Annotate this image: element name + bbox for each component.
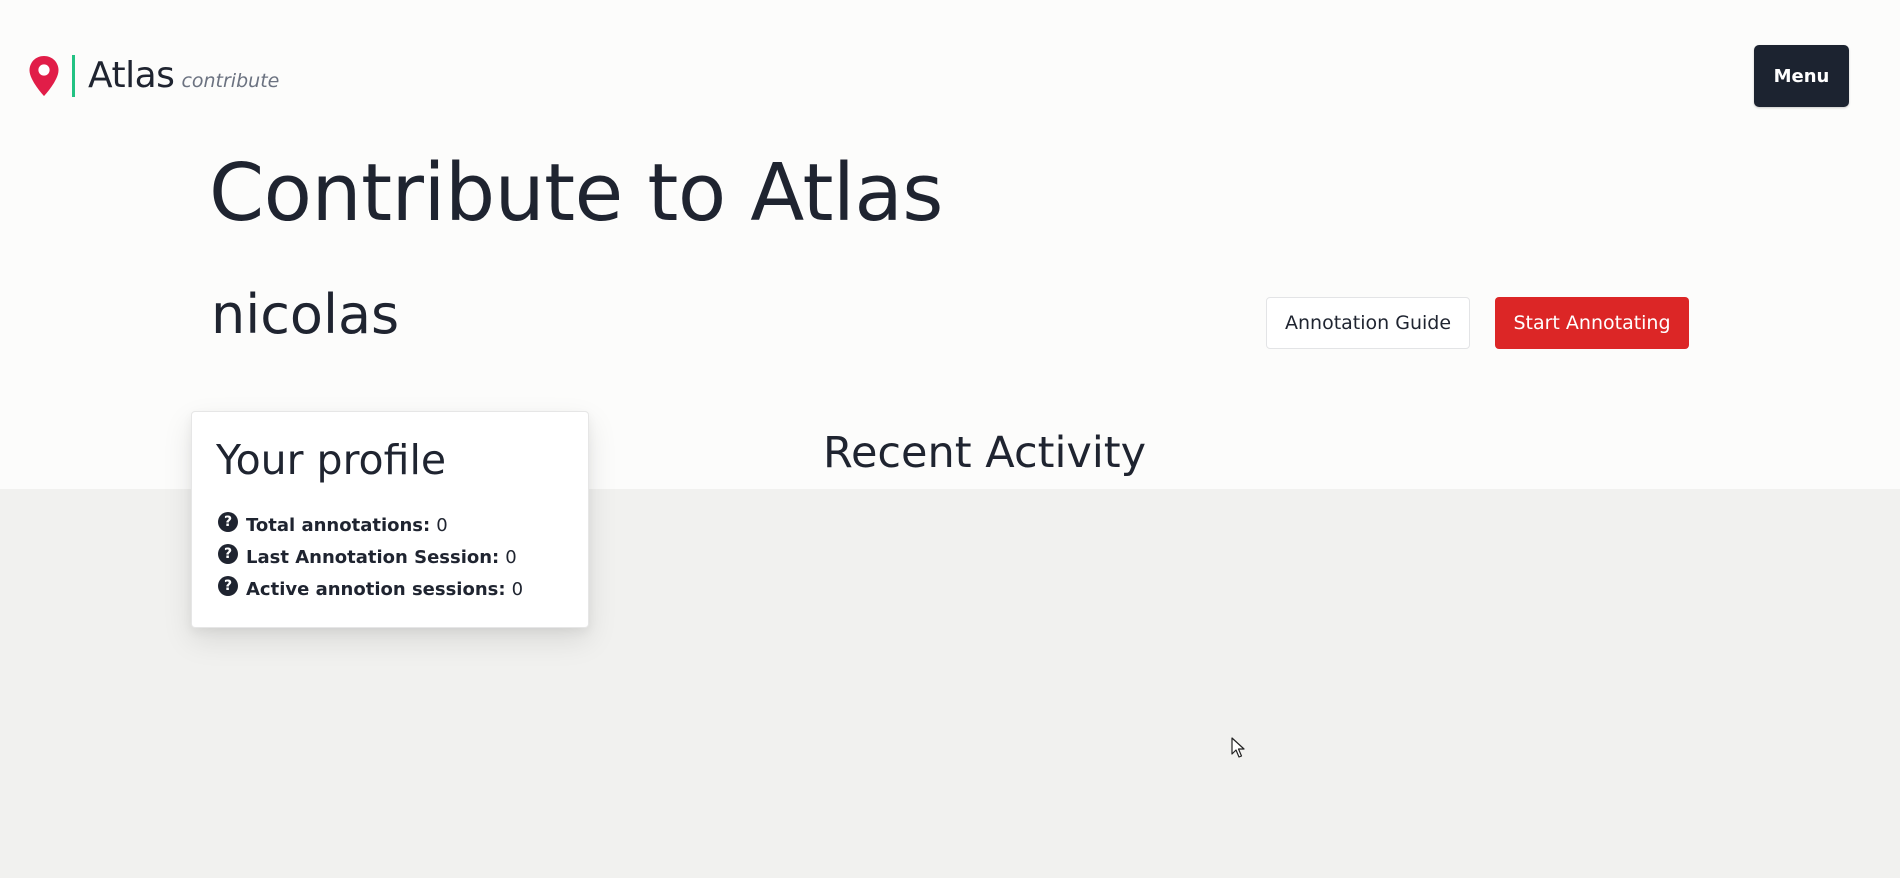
start-annotating-button[interactable]: Start Annotating xyxy=(1495,297,1689,349)
brand-divider xyxy=(72,55,75,97)
stat-label: Total annotations: xyxy=(246,514,431,536)
stat-label: Active annotion sessions: xyxy=(246,578,506,600)
profile-title: Your profile xyxy=(216,436,447,484)
annotation-guide-button[interactable]: Annotation Guide xyxy=(1266,297,1470,349)
question-circle-icon[interactable]: ? xyxy=(218,576,238,596)
page-title: Contribute to Atlas xyxy=(209,147,943,239)
stat-total-annotations: ? Total annotations: 0 xyxy=(218,512,448,537)
stat-active-sessions: ? Active annotion sessions: 0 xyxy=(218,576,524,601)
menu-button[interactable]: Menu xyxy=(1754,45,1849,107)
recent-activity-title: Recent Activity xyxy=(823,428,1147,478)
stat-value: 0 xyxy=(511,578,524,600)
map-pin-icon xyxy=(29,56,59,96)
question-circle-icon[interactable]: ? xyxy=(218,544,238,564)
username-heading: nicolas xyxy=(211,283,400,346)
stat-value: 0 xyxy=(436,514,448,536)
mouse-pointer-icon xyxy=(1231,737,1245,758)
stat-value: 0 xyxy=(505,546,517,568)
stat-label: Last Annotation Session: xyxy=(246,546,500,568)
brand-subtitle: contribute xyxy=(181,70,280,92)
brand-name: Atlas xyxy=(88,55,175,96)
brand-logo-link[interactable]: Atlas contribute xyxy=(28,52,279,100)
profile-card: Your profile ? Total annotations: 0 ? La… xyxy=(191,411,589,628)
stat-last-session: ? Last Annotation Session: 0 xyxy=(218,544,517,569)
question-circle-icon[interactable]: ? xyxy=(218,512,238,532)
